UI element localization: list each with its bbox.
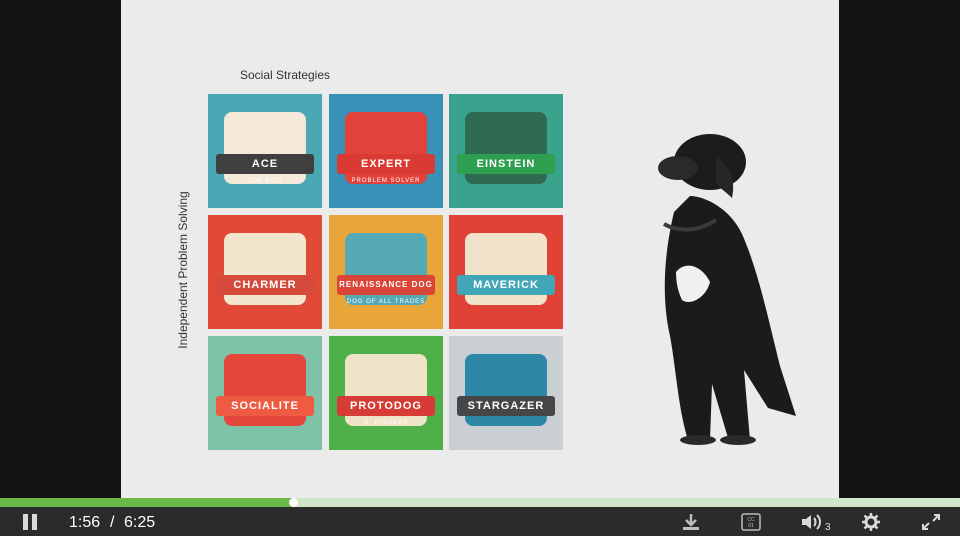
- progress-bar[interactable]: [0, 498, 960, 507]
- badge-subtitle: TOP DOG: [247, 178, 283, 184]
- badge-3: CHARMER: [208, 215, 322, 329]
- badge-label: PROTODOG: [337, 396, 435, 416]
- badge-0: ACE TOP DOG: [208, 94, 322, 208]
- svg-text:01: 01: [748, 523, 754, 529]
- badge-subtitle: DOG OF ALL TRADES: [346, 299, 426, 305]
- badge-6: SOCIALITE: [208, 336, 322, 450]
- progress-fill: [0, 498, 293, 507]
- badge-label: CHARMER: [216, 275, 314, 295]
- dog-image: [658, 134, 796, 445]
- slide-axis-label: Independent Problem Solving: [176, 191, 190, 349]
- volume-icon[interactable]: [800, 512, 822, 532]
- badge-label: ACE: [216, 154, 314, 174]
- badge-1: EXPERT PROBLEM SOLVER: [329, 94, 443, 208]
- volume-level: 3: [825, 522, 831, 533]
- badge-label: SOCIALITE: [216, 396, 314, 416]
- badge-2: EINSTEIN: [449, 94, 563, 208]
- gear-icon[interactable]: [860, 512, 882, 532]
- badge-5: MAVERICK: [449, 215, 563, 329]
- time-separator: /: [110, 514, 115, 531]
- badge-label: EINSTEIN: [457, 154, 555, 174]
- badge-label: RENAISSANCE DOG: [337, 275, 435, 295]
- current-time: 1:56: [69, 514, 101, 531]
- slide-title: Social Strategies: [239, 68, 331, 82]
- badge-subtitle: PROBLEM SOLVER: [351, 178, 421, 184]
- badge-4: RENAISSANCE DOG DOG OF ALL TRADES: [329, 215, 443, 329]
- badge-7: PROTODOG O. PIONEER: [329, 336, 443, 450]
- duration: 6:25: [124, 514, 156, 531]
- fullscreen-icon[interactable]: [920, 512, 942, 532]
- pause-icon[interactable]: [20, 512, 42, 532]
- progress-knob[interactable]: [288, 498, 298, 507]
- badge-8: STARGAZER: [449, 336, 563, 450]
- captions-icon[interactable]: CC 01: [740, 512, 762, 532]
- badge-label: STARGAZER: [457, 396, 555, 416]
- badge-subtitle: O. PIONEER: [363, 420, 409, 426]
- download-icon[interactable]: [680, 512, 702, 532]
- badge-label: MAVERICK: [457, 275, 555, 295]
- badge-label: EXPERT: [337, 154, 435, 174]
